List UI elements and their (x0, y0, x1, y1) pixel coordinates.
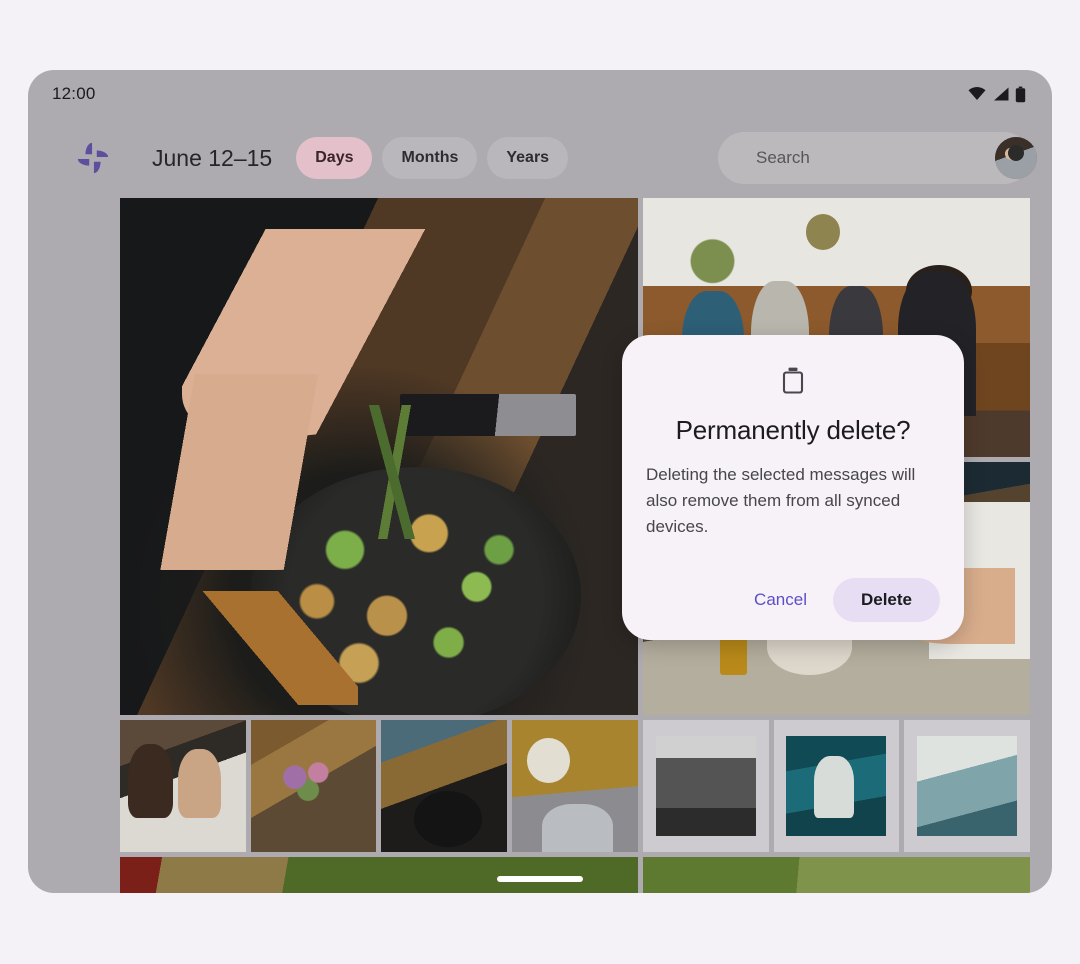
cancel-button[interactable]: Cancel (738, 580, 823, 620)
permanently-delete-dialog: Permanently delete? Deleting the selecte… (622, 335, 964, 640)
home-gesture-bar[interactable] (497, 876, 583, 882)
tablet-device-frame: 12:00 June 12–15 Days Months Years Searc… (28, 70, 1052, 893)
trash-delete-icon (782, 367, 804, 394)
dialog-icon-container (646, 365, 940, 395)
dialog-title: Permanently delete? (675, 415, 911, 445)
dialog-body-text: Deleting the selected messages will also… (646, 465, 916, 536)
dialog-actions: Cancel Delete (646, 578, 940, 622)
delete-button[interactable]: Delete (832, 578, 940, 622)
